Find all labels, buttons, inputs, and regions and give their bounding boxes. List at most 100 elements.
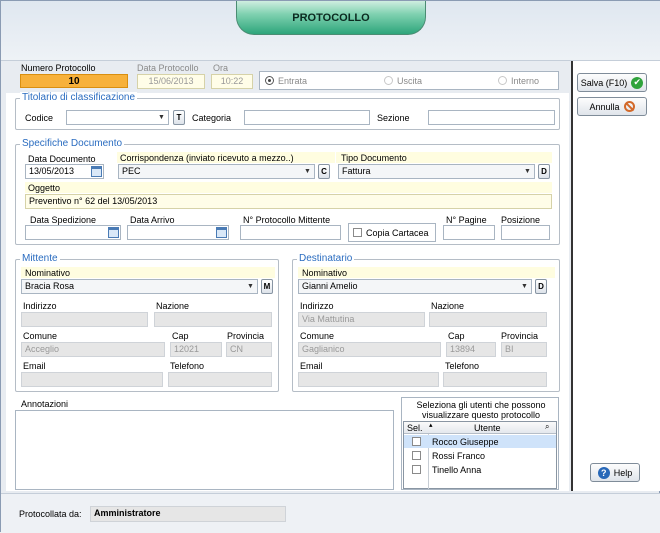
destinatario-indirizzo-label: Indirizzo [300,301,334,311]
radio-interno[interactable] [498,76,507,85]
numero-protocollo-field: 10 [20,74,128,88]
data-documento-label: Data Documento [28,154,96,164]
destinatario-telefono-field [443,372,547,387]
sezione-label: Sezione [377,113,410,123]
mittente-indirizzo-field [21,312,148,327]
corrispondenza-select[interactable]: PEC ▼ [118,164,315,179]
corrispondenza-label: Corrispondenza (inviato ricevuto a mezzo… [120,153,294,163]
chevron-down-icon: ▼ [158,114,165,121]
posizione-label: Posizione [501,215,541,225]
chevron-down-icon: ▼ [247,283,254,290]
categoria-label: Categoria [192,113,232,123]
row-checkbox[interactable] [412,465,421,474]
mittente-telefono-label: Telefono [170,361,205,371]
search-icon[interactable]: ⌕ [545,422,549,432]
radio-entrata[interactable] [265,76,274,85]
specifiche-section: Specifiche Documento Data Documento 13/0… [15,138,560,245]
mittente-nominativo-value: Bracia Rosa [25,281,75,291]
radio-uscita[interactable] [384,76,393,85]
radio-uscita-label: Uscita [397,76,423,86]
specifiche-legend: Specifiche Documento [20,138,125,149]
radio-entrata-label: Entrata [278,76,308,86]
data-documento-value: 13/05/2013 [29,166,75,176]
annotazioni-label: Annotazioni [21,399,69,409]
annulla-button[interactable]: Annulla [577,97,647,116]
salva-label: Salva (F10) [580,77,628,88]
mittente-nominativo-select[interactable]: Bracia Rosa ▼ [21,279,258,294]
tipo-documento-value: Fattura [342,166,371,176]
oggetto-field[interactable]: Preventivo n° 62 del 13/05/2013 [25,194,552,209]
copia-cartacea-checkbox[interactable] [353,228,362,237]
data-protocollo-field: 15/06/2013 [137,74,205,89]
footer: Protocollata da: Amministratore [1,493,660,533]
calendar-icon[interactable] [216,227,227,238]
codice-select[interactable]: ▼ [66,110,169,125]
utenti-grid-header: Sel. ▴ Utente ⌕ [404,422,556,434]
table-row[interactable]: Tinello Anna [404,463,556,476]
codice-label: Codice [25,113,54,123]
titolario-section: Titolario di classificazione Codice ▼ T … [15,92,560,130]
ora-field: 10:22 [211,74,253,89]
table-row[interactable]: Rocco Giuseppe [404,435,556,448]
mittente-nazione-label: Nazione [156,301,190,311]
mittente-section: Mittente Nominativo Bracia Rosa ▼ M Indi… [15,253,279,392]
destinatario-d-button[interactable]: D [535,279,547,294]
n-protocollo-mittente-label: N° Protocollo Mittente [243,215,331,225]
corrispondenza-c-button[interactable]: C [318,164,330,179]
tipo-documento-label: Tipo Documento [341,153,407,163]
sort-icon: ▴ [429,422,433,429]
mittente-cap-label: Cap [172,331,189,341]
mittente-legend: Mittente [20,253,60,264]
window-title: PROTOCOLLO [236,1,426,35]
row-checkbox[interactable] [412,437,421,446]
corrispondenza-value: PEC [122,166,141,176]
mittente-nominativo-label: Nominativo [25,268,71,278]
titolario-t-button[interactable]: T [173,110,185,125]
help-button[interactable]: ? Help [590,463,640,482]
mittente-nazione-field [154,312,272,327]
data-arrivo-field[interactable] [127,225,229,240]
destinatario-nazione-field [429,312,547,327]
destinatario-nominativo-select[interactable]: Gianni Amelio ▼ [298,279,532,294]
titolario-legend: Titolario di classificazione [20,92,138,103]
posizione-field[interactable] [501,225,550,240]
copia-cartacea-box[interactable]: Copia Cartacea [348,223,436,242]
mittente-provincia-label: Provincia [227,331,265,341]
data-spedizione-field[interactable] [25,225,121,240]
radio-interno-label: Interno [511,76,540,86]
protocollata-label: Protocollata da: [19,509,82,519]
row-utente: Rossi Franco [432,451,486,461]
utenti-caption: Seleziona gli utenti che possono visuali… [416,400,546,420]
protocollata-field: Amministratore [90,506,286,522]
salva-button[interactable]: Salva (F10) ✔ [577,73,647,92]
tipo-documento-select[interactable]: Fattura ▼ [338,164,535,179]
sezione-field[interactable] [428,110,555,125]
annulla-label: Annulla [589,101,620,112]
mittente-email-field [21,372,163,387]
annotazioni-textarea[interactable] [15,410,394,490]
tipo-documento-d-button[interactable]: D [538,164,550,179]
col-utente-header[interactable]: Utente [474,423,501,433]
data-spedizione-label: Data Spedizione [30,215,97,225]
oggetto-label-bg [25,182,552,193]
direction-radio-group: Entrata Uscita Interno [259,71,559,90]
categoria-field[interactable] [244,110,370,125]
destinatario-indirizzo-field: Via Mattutina [298,312,425,327]
table-row[interactable]: Rossi Franco [404,449,556,462]
calendar-icon[interactable] [91,166,102,177]
row-checkbox[interactable] [412,451,421,460]
mittente-comune-field: Acceglio [21,342,165,357]
n-pagine-field[interactable] [443,225,495,240]
data-documento-field[interactable]: 13/05/2013 [25,164,104,179]
mittente-m-button[interactable]: M [261,279,273,294]
data-arrivo-label: Data Arrivo [130,215,175,225]
calendar-icon[interactable] [108,227,119,238]
cancel-icon [623,101,635,112]
help-label: Help [613,467,633,478]
col-sel-header[interactable]: Sel. [407,423,423,433]
action-panel [571,61,660,491]
ora-label: Ora [213,63,229,73]
n-protocollo-mittente-field[interactable] [240,225,341,240]
destinatario-provincia-label: Provincia [501,331,539,341]
destinatario-provincia-field: BI [501,342,547,357]
